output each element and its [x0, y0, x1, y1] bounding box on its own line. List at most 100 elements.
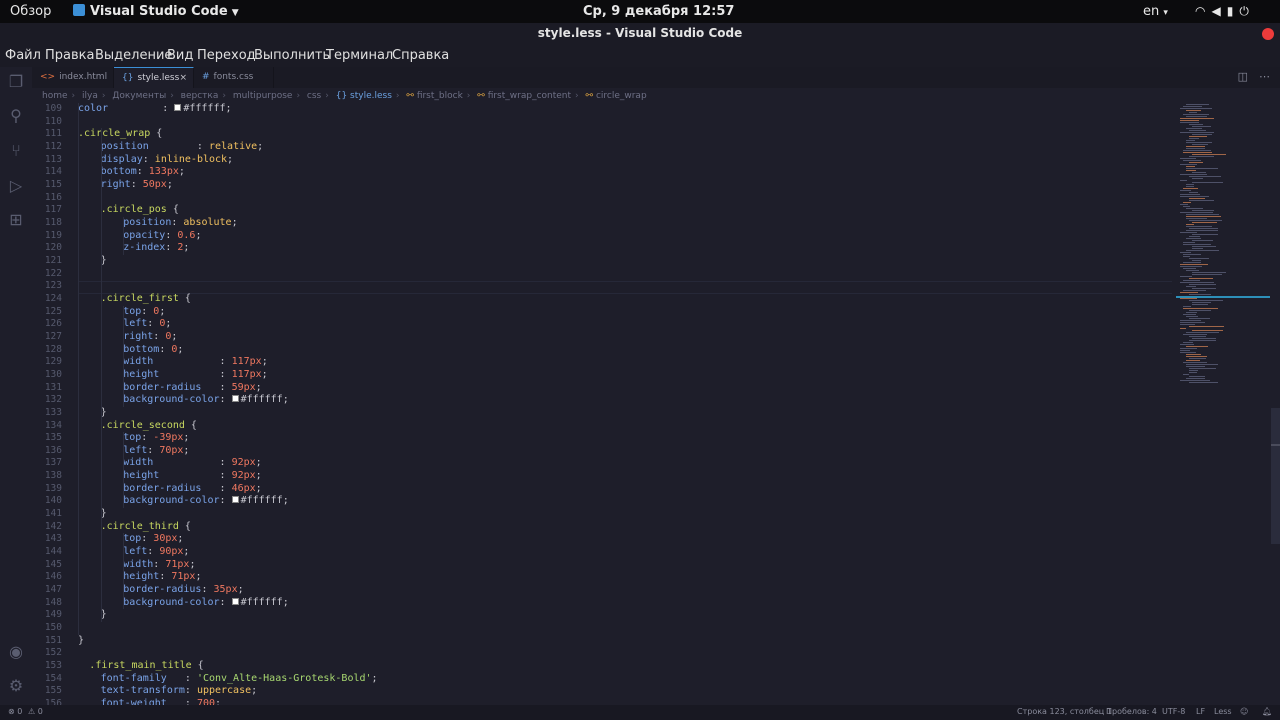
minimap-line — [1186, 142, 1213, 143]
settings-gear-icon[interactable]: ⚙ — [6, 676, 26, 696]
clock[interactable]: Ср, 9 декабря 12:57 — [583, 3, 734, 20]
problems-errors[interactable]: ⊗ 0 — [8, 707, 22, 716]
breadcrumb-item[interactable]: circle_wrap — [596, 91, 647, 101]
line-number: 133 — [44, 406, 62, 418]
code-line: font-family : 'Conv_Alte-Haas-Grotesk-Bo… — [100, 672, 378, 684]
window-close-button[interactable] — [1262, 28, 1274, 40]
breadcrumb-item[interactable]: first_block — [417, 91, 463, 101]
minimap-line — [1186, 116, 1207, 117]
menu-terminal[interactable]: Терминал — [326, 48, 393, 63]
language-mode[interactable]: Less — [1214, 707, 1232, 716]
color-swatch[interactable] — [231, 597, 239, 605]
tab-label: index.html — [59, 72, 108, 82]
feedback-icon[interactable]: ☺ — [1240, 707, 1248, 716]
minimap-line — [1192, 248, 1204, 249]
app-menu[interactable]: Visual Studio Code ▼ — [73, 3, 239, 22]
minimap-line — [1180, 264, 1208, 265]
line-number: 143 — [44, 533, 62, 545]
line-number: 125 — [44, 305, 62, 317]
code-editor[interactable]: 109 110 111 112 113 114 115 116 117 118 119 120 121 1… — [32, 103, 1176, 705]
line-number: 120 — [44, 242, 62, 254]
line-number: 127 — [44, 330, 62, 342]
line-number: 115 — [44, 178, 62, 190]
vertical-scrollbar-thumb[interactable] — [1271, 408, 1280, 544]
color-swatch[interactable] — [174, 104, 182, 111]
breadcrumb-item[interactable]: верстка — [181, 91, 219, 101]
search-icon[interactable]: ⚲ — [6, 106, 26, 126]
menu-run[interactable]: Выполнить — [254, 48, 330, 63]
chevron-down-icon: ▼ — [231, 8, 239, 18]
line-number: 109 — [44, 103, 62, 114]
notifications-bell-icon[interactable]: 🔔︎ — [1262, 707, 1272, 716]
minimap-line — [1186, 110, 1201, 111]
minimap-line — [1180, 324, 1196, 325]
explorer-icon[interactable]: ❐ — [6, 72, 26, 92]
menu-help[interactable]: Справка — [392, 48, 449, 63]
end-of-line[interactable]: LF — [1196, 707, 1205, 716]
minimap-line — [1180, 282, 1214, 283]
problems-warnings[interactable]: ⚠ 0 — [28, 707, 43, 716]
system-status-area[interactable]: ◠◀▮⏻ — [1195, 3, 1255, 20]
line-number: 130 — [44, 368, 62, 380]
code-line: bottom: 133px; — [100, 166, 185, 178]
split-editor-icon[interactable]: ◫ — [1238, 70, 1248, 83]
menu-edit[interactable]: Правка — [45, 48, 94, 63]
minimap-line — [1186, 148, 1206, 149]
line-number: 155 — [44, 685, 62, 697]
code-line: background-color: #ffffff; — [123, 495, 289, 507]
minimap[interactable] — [1176, 103, 1266, 403]
minimap-line — [1180, 108, 1213, 109]
extensions-icon[interactable]: ⊞ — [6, 210, 26, 230]
minimap-line — [1180, 132, 1214, 133]
indent-guide — [123, 432, 125, 509]
tab-label: fonts.css — [213, 72, 254, 82]
code-line: font-weight : 700; — [100, 698, 222, 705]
tab-index-html[interactable]: <> index.html — [32, 67, 114, 88]
minimap-line — [1192, 182, 1224, 183]
system-top-bar: Обзор Visual Studio Code ▼ Ср, 9 декабря … — [0, 0, 1280, 23]
breadcrumb-item[interactable]: first_wrap_content — [488, 91, 571, 101]
keyboard-layout-indicator[interactable]: en ▾ — [1143, 3, 1168, 22]
source-control-icon[interactable]: ⑂ — [6, 141, 26, 161]
minimap-line — [1186, 364, 1218, 365]
run-debug-icon[interactable]: ▷ — [6, 176, 26, 196]
menu-selection[interactable]: Выделение — [95, 48, 172, 63]
breadcrumb-item[interactable]: home — [42, 91, 68, 101]
breadcrumb-item[interactable]: {} style.less — [336, 91, 392, 101]
minimap-line — [1192, 144, 1208, 145]
breadcrumb-item[interactable]: ilya — [82, 91, 98, 101]
minimap-line — [1186, 250, 1219, 251]
minimap-line — [1192, 234, 1218, 235]
minimap-line — [1180, 120, 1200, 121]
menu-go[interactable]: Переход — [197, 48, 256, 63]
encoding[interactable]: UTF-8 — [1162, 707, 1185, 716]
breadcrumb-item[interactable]: multipurpose — [233, 91, 293, 101]
more-actions-icon[interactable]: ⋯ — [1259, 70, 1270, 83]
tab-style-less[interactable]: {} style.less × — [114, 67, 194, 88]
minimap-line — [1186, 186, 1194, 187]
tab-fonts-css[interactable]: # fonts.css — [194, 67, 274, 88]
color-swatch[interactable] — [231, 395, 239, 403]
minimap-line — [1180, 322, 1205, 323]
indentation[interactable]: Пробелов: 4 — [1106, 707, 1157, 716]
line-number: 149 — [44, 609, 62, 621]
indent-guide — [123, 305, 125, 407]
minimap-line — [1186, 346, 1208, 347]
activities-overview-button[interactable]: Обзор — [10, 3, 51, 20]
line-number: 156 — [44, 698, 62, 705]
minimap-line — [1186, 230, 1219, 231]
editor-tabs: <> index.html {} style.less × # fonts.css ◫ … — [32, 67, 1280, 88]
breadcrumb-item[interactable]: Документы — [112, 91, 166, 101]
menu-view[interactable]: Вид — [167, 48, 193, 63]
cursor-position[interactable]: Строка 123, столбец 1 — [1017, 707, 1112, 716]
menu-file[interactable]: Файл — [5, 48, 41, 63]
breadcrumb-item[interactable]: css — [307, 91, 321, 101]
minimap-line — [1192, 126, 1212, 127]
line-number: 148 — [44, 596, 62, 608]
vscode-logo-icon — [73, 4, 85, 16]
close-icon[interactable]: × — [179, 68, 187, 89]
minimap-line — [1180, 164, 1197, 165]
color-swatch[interactable] — [231, 496, 239, 504]
minimap-line — [1183, 262, 1201, 263]
account-icon[interactable]: ◉ — [6, 642, 26, 662]
